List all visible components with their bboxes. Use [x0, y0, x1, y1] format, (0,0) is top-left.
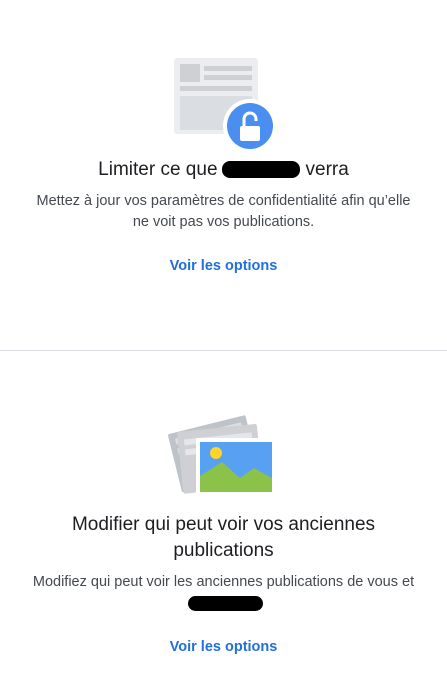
past-posts-description: Modifiez qui peut voir les anciennes pub…	[30, 572, 417, 614]
profile-lock-icon	[174, 58, 277, 153]
restrict-title-suffix: verra	[305, 159, 349, 180]
restrict-title-prefix: Limiter ce que	[98, 159, 218, 180]
past-posts-title: Modifier qui peut voir vos anciennes pub…	[71, 514, 376, 561]
restrict-description: Mettez à jour vos paramètres de confiden…	[36, 193, 411, 230]
redacted-name	[221, 161, 300, 179]
past-posts-description-text: Modifiez qui peut voir les anciennes pub…	[32, 574, 415, 590]
restrict-title: Limiter ce que verra	[20, 157, 427, 183]
restrict-card: Limiter ce que verra Mettez à jour vos pa…	[0, 0, 447, 350]
photos-icon	[168, 415, 276, 496]
restrict-options-link[interactable]: Voir les options	[0, 258, 447, 274]
past-posts-options-link[interactable]: Voir les options	[0, 639, 447, 655]
redacted-name	[187, 595, 263, 611]
